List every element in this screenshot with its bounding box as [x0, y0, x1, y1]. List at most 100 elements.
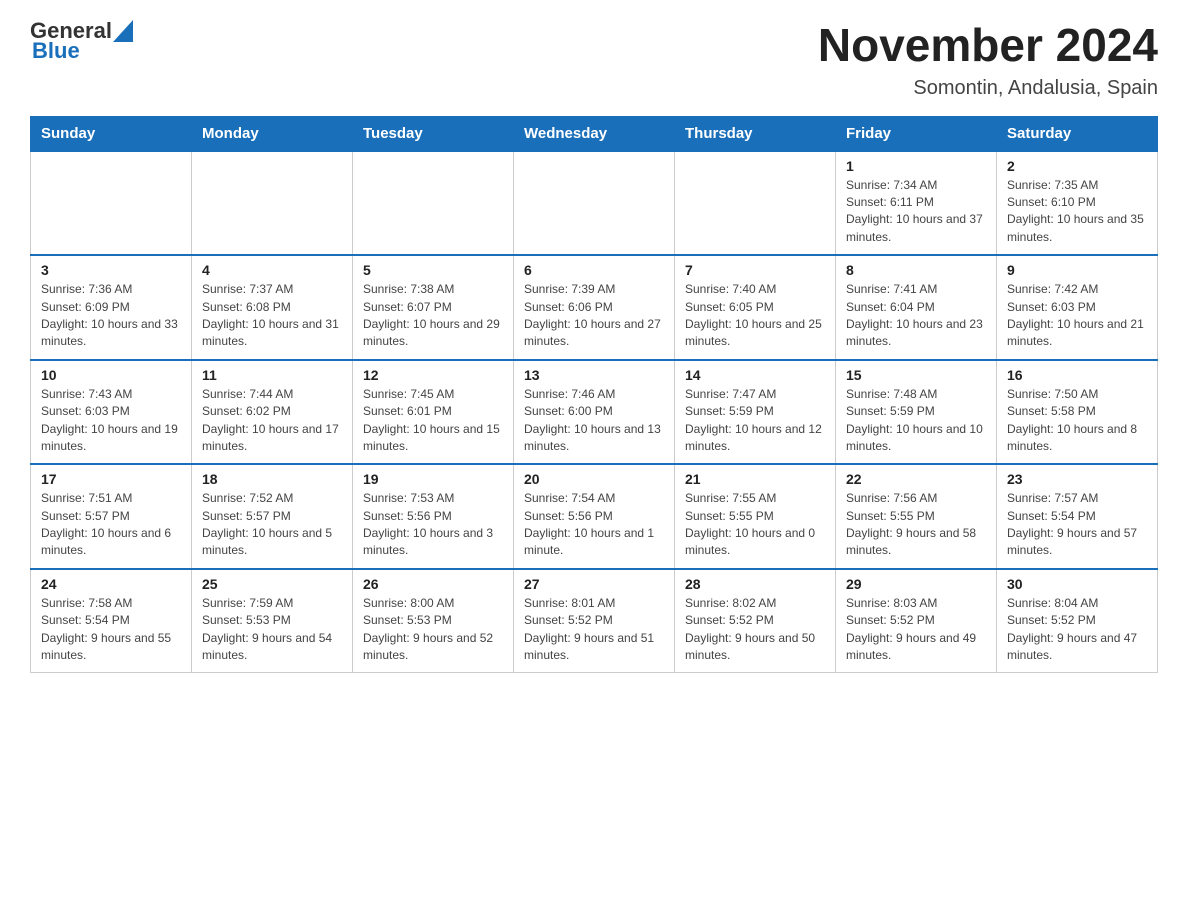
day-number: 15 [846, 367, 986, 383]
calendar-subtitle: Somontin, Andalusia, Spain [818, 77, 1158, 100]
day-info: Sunrise: 7:42 AM Sunset: 6:03 PM Dayligh… [1007, 281, 1147, 351]
week-row-2: 3 Sunrise: 7:36 AM Sunset: 6:09 PM Daylig… [31, 255, 1158, 360]
week-row-4: 17 Sunrise: 7:51 AM Sunset: 5:57 PM Dayli… [31, 464, 1158, 569]
day-info: Sunrise: 7:35 AM Sunset: 6:10 PM Dayligh… [1007, 177, 1147, 247]
day-number: 30 [1007, 576, 1147, 592]
calendar-cell: 9Sunrise: 7:42 AM Sunset: 6:03 PM Daylig… [997, 255, 1158, 360]
day-number: 4 [202, 262, 342, 278]
day-info: Sunrise: 7:41 AM Sunset: 6:04 PM Dayligh… [846, 281, 986, 351]
calendar-cell [31, 151, 192, 256]
day-number: 16 [1007, 367, 1147, 383]
header-row: Sunday Monday Tuesday Wednesday Thursday… [31, 116, 1158, 151]
day-number: 7 [685, 262, 825, 278]
calendar-cell: 2 Sunrise: 7:35 AM Sunset: 6:10 PM Daylig… [997, 151, 1158, 256]
calendar-cell: 16 Sunrise: 7:50 AM Sunset: 5:58 PM Dayli… [997, 360, 1158, 465]
day-info: Sunrise: 7:56 AM Sunset: 5:55 PM Dayligh… [846, 490, 986, 560]
day-info: Sunrise: 7:59 AM Sunset: 5:53 PM Dayligh… [202, 595, 342, 665]
day-number: 6 [524, 262, 664, 278]
calendar-cell: 12Sunrise: 7:45 AM Sunset: 6:01 PM Dayli… [353, 360, 514, 465]
week-row-5: 24Sunrise: 7:58 AM Sunset: 5:54 PM Dayli… [31, 569, 1158, 673]
calendar-cell: 21Sunrise: 7:55 AM Sunset: 5:55 PM Dayli… [675, 464, 836, 569]
week-row-3: 10Sunrise: 7:43 AM Sunset: 6:03 PM Dayli… [31, 360, 1158, 465]
header-wednesday: Wednesday [514, 116, 675, 151]
calendar-cell [353, 151, 514, 256]
day-info: Sunrise: 8:02 AM Sunset: 5:52 PM Dayligh… [685, 595, 825, 665]
calendar-cell: 8 Sunrise: 7:41 AM Sunset: 6:04 PM Daylig… [836, 255, 997, 360]
calendar-cell: 1 Sunrise: 7:34 AM Sunset: 6:11 PM Daylig… [836, 151, 997, 256]
day-info: Sunrise: 7:40 AM Sunset: 6:05 PM Dayligh… [685, 281, 825, 351]
day-number: 26 [363, 576, 503, 592]
calendar-cell [192, 151, 353, 256]
calendar-cell: 14Sunrise: 7:47 AM Sunset: 5:59 PM Dayli… [675, 360, 836, 465]
calendar-cell [675, 151, 836, 256]
calendar-cell: 6Sunrise: 7:39 AM Sunset: 6:06 PM Daylig… [514, 255, 675, 360]
calendar-cell: 27 Sunrise: 8:01 AM Sunset: 5:52 PM Dayli… [514, 569, 675, 673]
day-number: 18 [202, 471, 342, 487]
day-number: 13 [524, 367, 664, 383]
calendar-cell: 25 Sunrise: 7:59 AM Sunset: 5:53 PM Dayli… [192, 569, 353, 673]
calendar-cell: 4 Sunrise: 7:37 AM Sunset: 6:08 PM Daylig… [192, 255, 353, 360]
day-number: 22 [846, 471, 986, 487]
header-friday: Friday [836, 116, 997, 151]
day-info: Sunrise: 7:38 AM Sunset: 6:07 PM Dayligh… [363, 281, 503, 351]
day-info: Sunrise: 7:48 AM Sunset: 5:59 PM Dayligh… [846, 386, 986, 456]
day-number: 19 [363, 471, 503, 487]
calendar-cell: 22 Sunrise: 7:56 AM Sunset: 5:55 PM Dayli… [836, 464, 997, 569]
calendar-cell: 5 Sunrise: 7:38 AM Sunset: 6:07 PM Daylig… [353, 255, 514, 360]
day-number: 8 [846, 262, 986, 278]
day-info: Sunrise: 7:50 AM Sunset: 5:58 PM Dayligh… [1007, 386, 1147, 456]
day-info: Sunrise: 7:34 AM Sunset: 6:11 PM Dayligh… [846, 177, 986, 247]
calendar-cell: 24Sunrise: 7:58 AM Sunset: 5:54 PM Dayli… [31, 569, 192, 673]
day-number: 17 [41, 471, 181, 487]
calendar-cell: 28Sunrise: 8:02 AM Sunset: 5:52 PM Dayli… [675, 569, 836, 673]
calendar-cell: 20 Sunrise: 7:54 AM Sunset: 5:56 PM Dayli… [514, 464, 675, 569]
day-number: 29 [846, 576, 986, 592]
day-number: 2 [1007, 158, 1147, 174]
day-number: 27 [524, 576, 664, 592]
day-number: 3 [41, 262, 181, 278]
day-info: Sunrise: 7:53 AM Sunset: 5:56 PM Dayligh… [363, 490, 503, 560]
day-info: Sunrise: 7:37 AM Sunset: 6:08 PM Dayligh… [202, 281, 342, 351]
day-info: Sunrise: 7:52 AM Sunset: 5:57 PM Dayligh… [202, 490, 342, 560]
day-number: 25 [202, 576, 342, 592]
day-number: 14 [685, 367, 825, 383]
calendar-cell [514, 151, 675, 256]
calendar-cell: 7 Sunrise: 7:40 AM Sunset: 6:05 PM Daylig… [675, 255, 836, 360]
header-thursday: Thursday [675, 116, 836, 151]
header-monday: Monday [192, 116, 353, 151]
calendar-cell: 26 Sunrise: 8:00 AM Sunset: 5:53 PM Dayli… [353, 569, 514, 673]
day-info: Sunrise: 7:51 AM Sunset: 5:57 PM Dayligh… [41, 490, 181, 560]
calendar-table: Sunday Monday Tuesday Wednesday Thursday… [30, 116, 1158, 674]
header-tuesday: Tuesday [353, 116, 514, 151]
day-info: Sunrise: 8:00 AM Sunset: 5:53 PM Dayligh… [363, 595, 503, 665]
day-number: 24 [41, 576, 181, 592]
day-info: Sunrise: 8:01 AM Sunset: 5:52 PM Dayligh… [524, 595, 664, 665]
day-number: 10 [41, 367, 181, 383]
title-section: November 2024 Somontin, Andalusia, Spain [818, 20, 1158, 100]
day-info: Sunrise: 8:04 AM Sunset: 5:52 PM Dayligh… [1007, 595, 1147, 665]
header-sunday: Sunday [31, 116, 192, 151]
calendar-cell: 17 Sunrise: 7:51 AM Sunset: 5:57 PM Dayli… [31, 464, 192, 569]
calendar-body: 1 Sunrise: 7:34 AM Sunset: 6:11 PM Daylig… [31, 151, 1158, 673]
day-info: Sunrise: 7:44 AM Sunset: 6:02 PM Dayligh… [202, 386, 342, 456]
day-info: Sunrise: 7:54 AM Sunset: 5:56 PM Dayligh… [524, 490, 664, 560]
calendar-cell: 23Sunrise: 7:57 AM Sunset: 5:54 PM Dayli… [997, 464, 1158, 569]
calendar-cell: 3 Sunrise: 7:36 AM Sunset: 6:09 PM Daylig… [31, 255, 192, 360]
calendar-title: November 2024 [818, 20, 1158, 71]
day-number: 20 [524, 471, 664, 487]
calendar-cell: 10Sunrise: 7:43 AM Sunset: 6:03 PM Dayli… [31, 360, 192, 465]
day-info: Sunrise: 7:57 AM Sunset: 5:54 PM Dayligh… [1007, 490, 1147, 560]
header-saturday: Saturday [997, 116, 1158, 151]
day-number: 12 [363, 367, 503, 383]
logo-blue: Blue [32, 38, 80, 63]
day-info: Sunrise: 7:36 AM Sunset: 6:09 PM Dayligh… [41, 281, 181, 351]
calendar-cell: 19 Sunrise: 7:53 AM Sunset: 5:56 PM Dayli… [353, 464, 514, 569]
day-number: 11 [202, 367, 342, 383]
calendar-cell: 13Sunrise: 7:46 AM Sunset: 6:00 PM Dayli… [514, 360, 675, 465]
day-info: Sunrise: 7:55 AM Sunset: 5:55 PM Dayligh… [685, 490, 825, 560]
calendar-cell: 30 Sunrise: 8:04 AM Sunset: 5:52 PM Dayli… [997, 569, 1158, 673]
calendar-cell: 15 Sunrise: 7:48 AM Sunset: 5:59 PM Dayli… [836, 360, 997, 465]
week-row-1: 1 Sunrise: 7:34 AM Sunset: 6:11 PM Daylig… [31, 151, 1158, 256]
day-number: 1 [846, 158, 986, 174]
day-number: 5 [363, 262, 503, 278]
